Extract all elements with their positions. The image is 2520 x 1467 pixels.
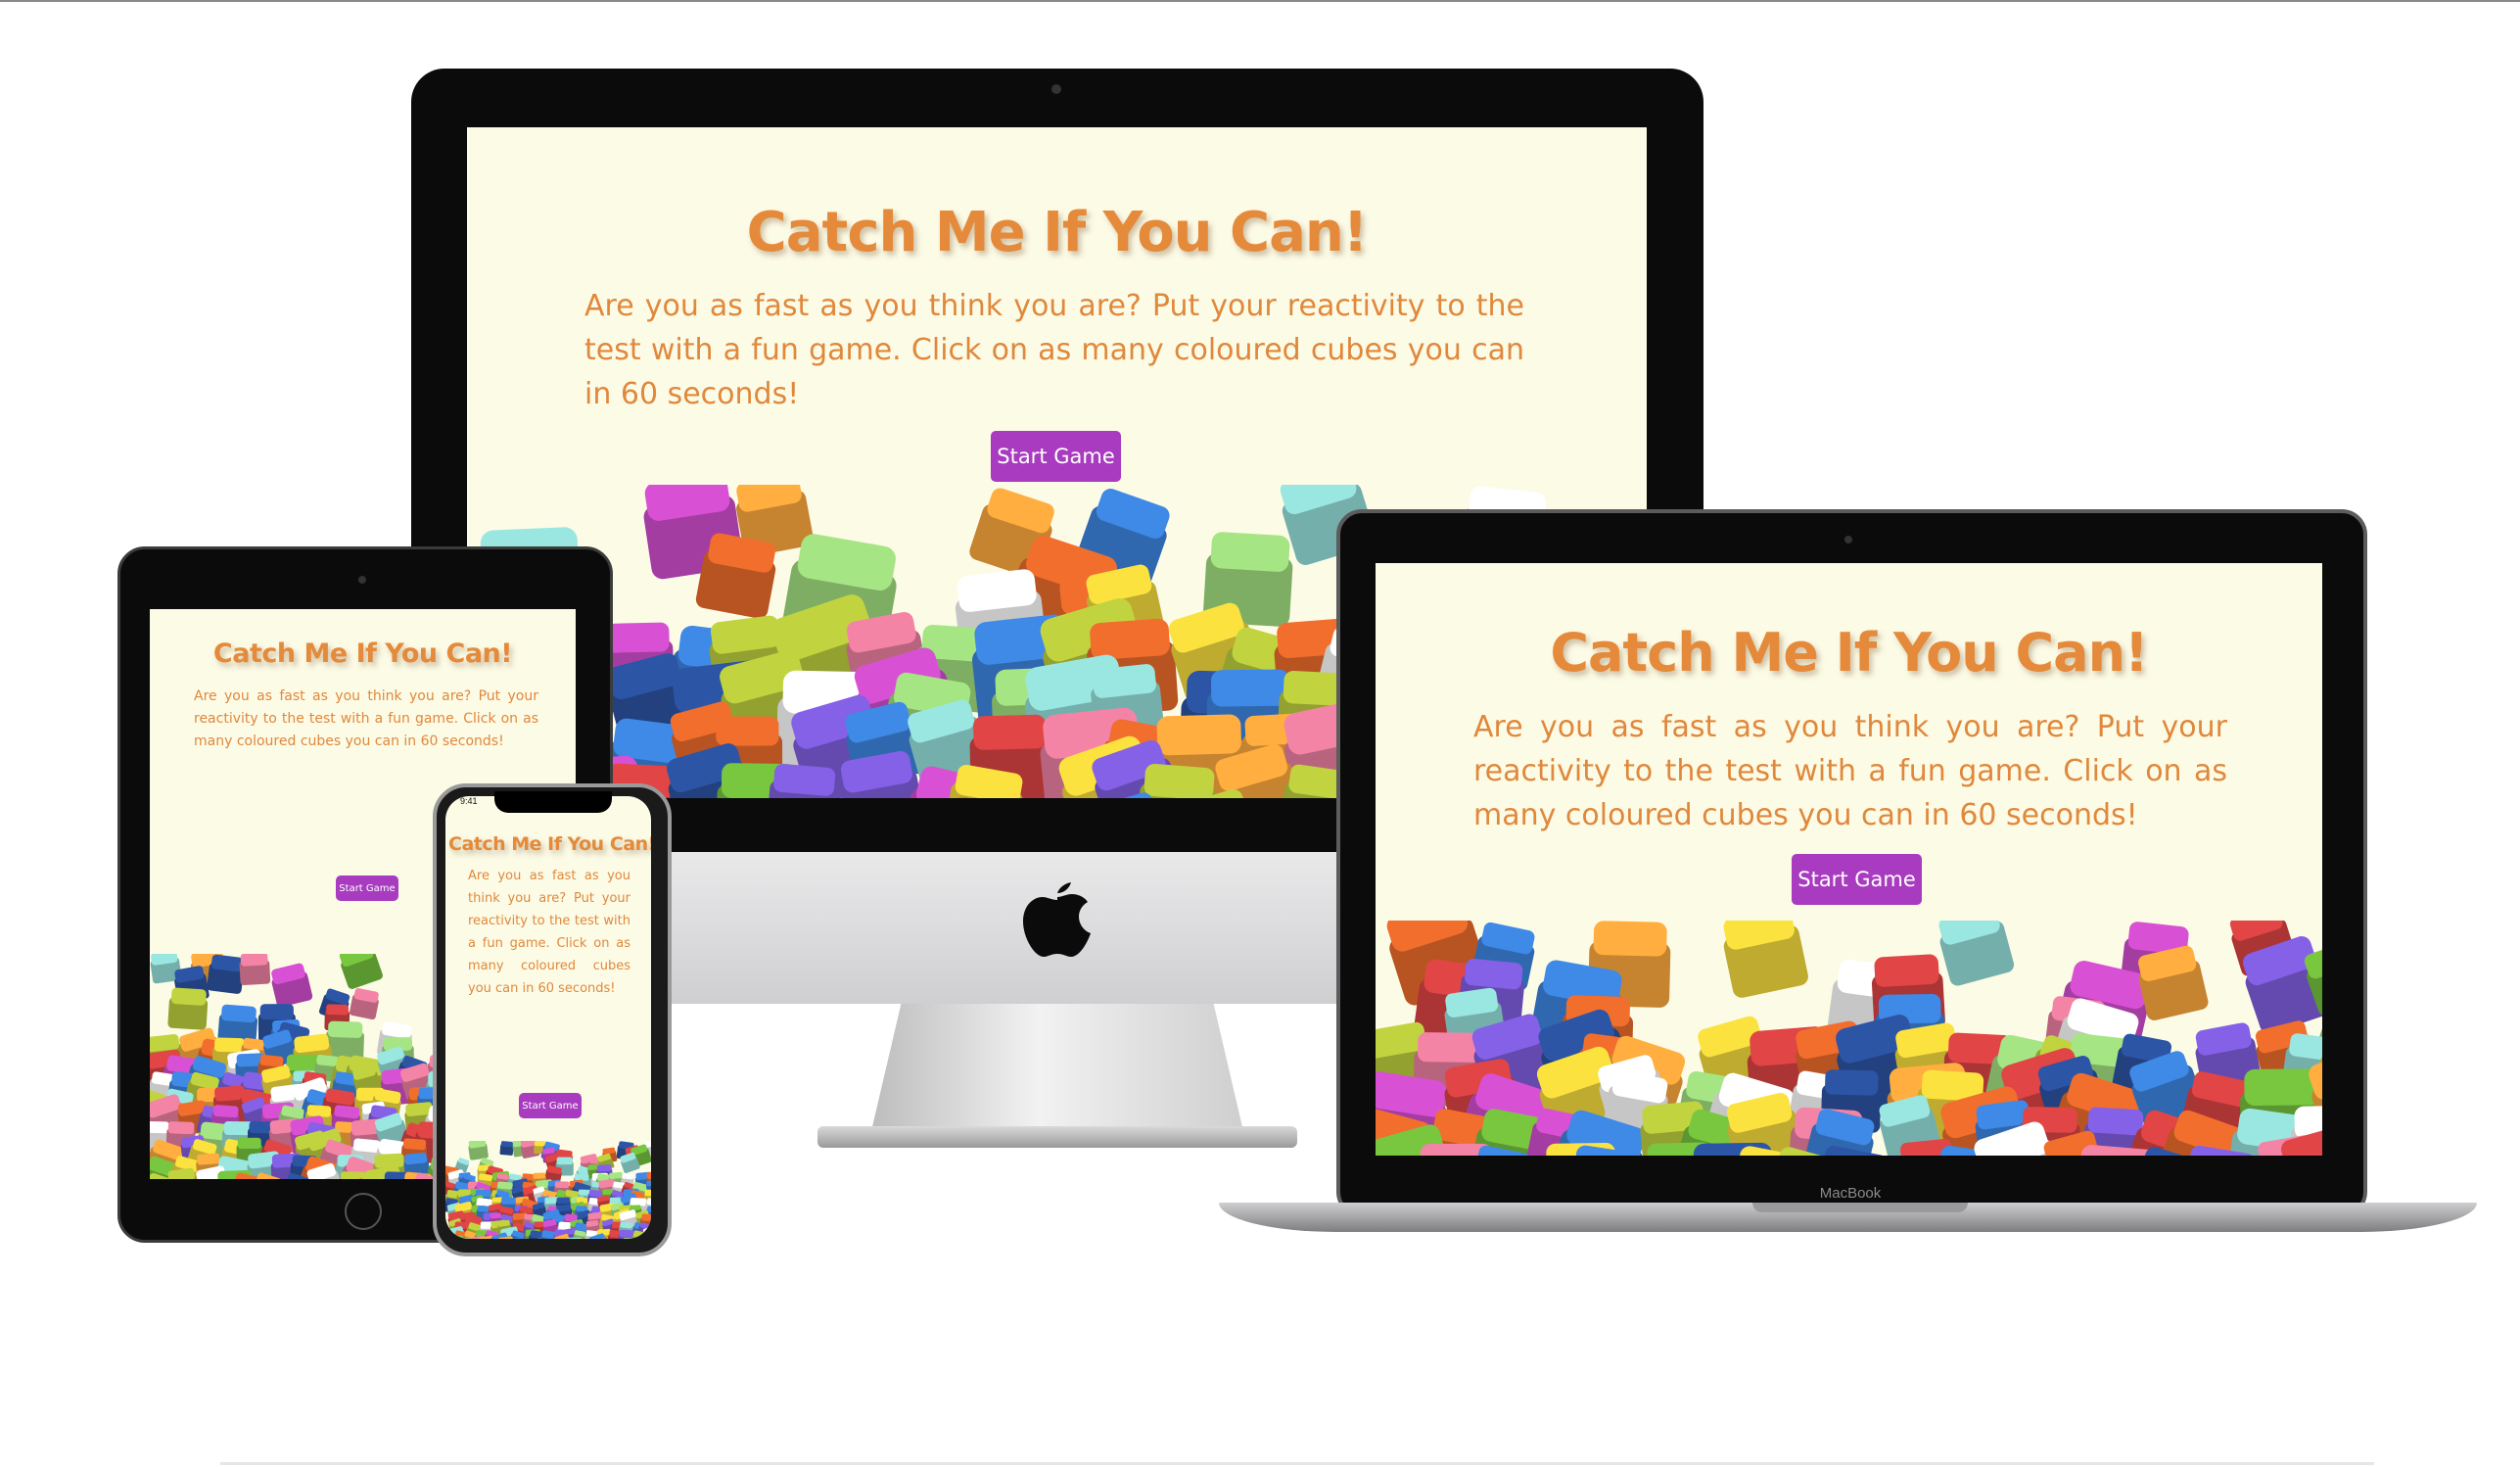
cube bbox=[207, 954, 245, 994]
iphone-notch bbox=[494, 791, 612, 813]
cube bbox=[339, 1171, 367, 1179]
game-description: Are you as fast as you think you are? Pu… bbox=[194, 688, 538, 749]
cube bbox=[167, 987, 209, 1030]
bottom-divider bbox=[220, 1462, 2374, 1465]
cube bbox=[1723, 921, 1808, 998]
cube bbox=[239, 954, 271, 985]
status-time: 9:41 bbox=[460, 796, 478, 806]
start-game-button[interactable]: Start Game bbox=[519, 1093, 582, 1118]
cube bbox=[468, 1141, 489, 1160]
start-game-button[interactable]: Start Game bbox=[991, 431, 1121, 482]
ipad-camera bbox=[358, 576, 366, 584]
apple-logo-icon bbox=[1023, 882, 1091, 957]
macbook-camera bbox=[1844, 536, 1852, 544]
cube bbox=[1938, 921, 2015, 986]
macbook-label: MacBook bbox=[1819, 1185, 1882, 1202]
game-description: Are you as fast as you think you are? Pu… bbox=[584, 289, 1524, 411]
cubes-illustration bbox=[1376, 921, 2322, 1156]
start-game-button[interactable]: Start Game bbox=[1792, 854, 1922, 905]
page-title: Catch Me If You Can! bbox=[746, 201, 1369, 264]
ipad-home-button bbox=[345, 1193, 382, 1230]
page-title: Catch Me If You Can! bbox=[448, 833, 651, 855]
game-description: Are you as fast as you think you are? Pu… bbox=[1473, 710, 2227, 832]
macbook-notch bbox=[1752, 1203, 1968, 1212]
start-game-button[interactable]: Start Game bbox=[336, 875, 398, 901]
cube bbox=[339, 954, 383, 989]
cube bbox=[766, 763, 838, 798]
iphone-screen: Catch Me If You Can! Are you as fast as … bbox=[445, 796, 651, 1239]
macbook-screen: Catch Me If You Can! Are you as fast as … bbox=[1376, 563, 2322, 1156]
cube bbox=[349, 988, 379, 1020]
cube bbox=[1136, 763, 1217, 798]
cube bbox=[499, 1141, 514, 1156]
cube bbox=[271, 963, 313, 1008]
game-description: Are you as fast as you think you are? Pu… bbox=[468, 869, 630, 996]
page-title: Catch Me If You Can! bbox=[212, 639, 513, 669]
page-title: Catch Me If You Can! bbox=[1550, 622, 2148, 684]
cubes-illustration bbox=[445, 1141, 651, 1239]
imac-foot bbox=[817, 1126, 1297, 1148]
imac-camera bbox=[1051, 84, 1061, 94]
imac-stand bbox=[871, 1004, 1243, 1131]
top-divider bbox=[0, 0, 2520, 2]
